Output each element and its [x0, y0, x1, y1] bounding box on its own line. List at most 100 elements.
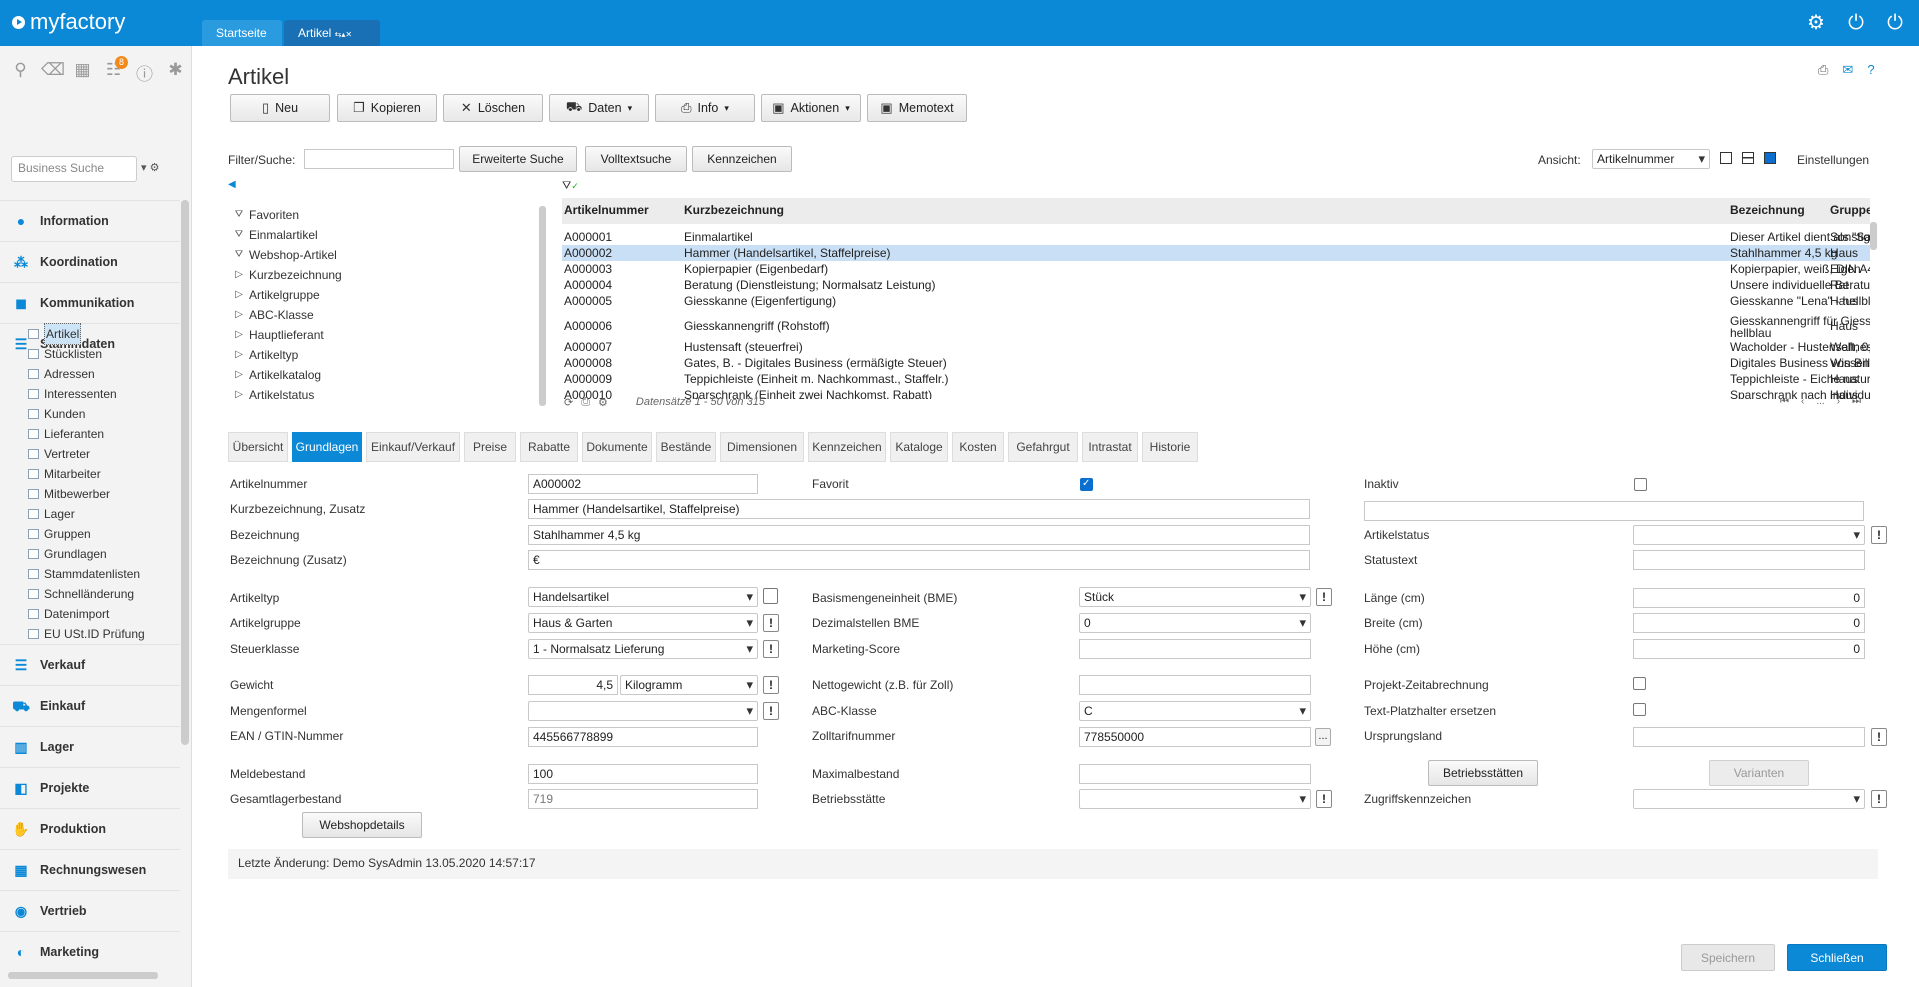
table-row[interactable]: A000002 Hammer (Handelsartikel, Staffelpr…	[562, 245, 1870, 261]
col-bezeichnung[interactable]: Bezeichnung	[1730, 203, 1805, 217]
nav-einkauf[interactable]: ⛟ Einkauf	[0, 685, 180, 726]
col-kurzbezeichnung[interactable]: Kurzbezeichnung	[684, 203, 784, 217]
power-icon[interactable]: ⏻	[1845, 12, 1867, 34]
table-row[interactable]: A000008 Gates, B. - Digitales Business (e…	[562, 355, 1870, 371]
nav-rechnungswesen[interactable]: ▦ Rechnungswesen	[0, 849, 180, 890]
data-menu-button[interactable]: ⛟ Daten ▾	[549, 94, 649, 122]
maximalbestand-input[interactable]	[1079, 764, 1311, 784]
favorit-checkbox[interactable]	[1080, 478, 1093, 491]
sidebar-item-vertreter[interactable]: Vertreter	[28, 444, 90, 464]
tab-controls-icon[interactable]: ⇆▴✕	[335, 30, 352, 39]
filter-input[interactable]	[304, 149, 454, 169]
power-user-icon[interactable]: ⏻	[1884, 12, 1906, 34]
advanced-search-button[interactable]: Erweiterte Suche	[459, 146, 577, 172]
breite-input[interactable]: 0	[1633, 613, 1865, 633]
nav-projekte[interactable]: ◧ Projekte	[0, 767, 180, 808]
col-artikelnummer[interactable]: Artikelnummer	[564, 203, 649, 217]
bme-select[interactable]: Stück	[1079, 587, 1311, 607]
table-row[interactable]: A000009 Teppichleiste (Einheit m. Nachkom…	[562, 371, 1870, 387]
sidebar-item-stuecklisten[interactable]: Stücklisten	[28, 344, 102, 364]
info-icon[interactable]: ⓘ	[134, 60, 155, 85]
tab-grundlagen[interactable]: Grundlagen	[292, 432, 362, 462]
tab-dimensionen[interactable]: Dimensionen	[720, 432, 804, 462]
zugriffskennzeichen-info-button[interactable]: !	[1871, 790, 1887, 808]
tab-kosten[interactable]: Kosten	[952, 432, 1004, 462]
inaktiv-reason-input[interactable]	[1364, 501, 1864, 521]
artikelnummer-input[interactable]: A000002	[528, 474, 758, 494]
tab-kataloge[interactable]: Kataloge	[890, 432, 948, 462]
sidebar-item-adressen[interactable]: Adressen	[28, 364, 95, 384]
tree-scrollbar[interactable]	[539, 206, 546, 406]
varianten-button[interactable]: Varianten	[1709, 760, 1809, 786]
tree-item-artikelgruppe[interactable]: ▷ Artikelgruppe	[234, 285, 320, 305]
sidebar-item-ustid[interactable]: EU USt.ID Prüfung	[28, 624, 145, 644]
tree-item-abc[interactable]: ▷ ABC-Klasse	[234, 305, 314, 325]
table-row[interactable]: A000003 Kopierpapier (Eigenbedarf) Kopierp…	[562, 261, 1870, 277]
abc-klasse-select[interactable]: C	[1079, 701, 1311, 721]
sidebar-hscrollbar[interactable]	[8, 972, 158, 979]
statustext-input[interactable]	[1633, 550, 1865, 570]
view-layout-1-icon[interactable]	[1720, 152, 1732, 164]
text-platzhalter-checkbox[interactable]	[1633, 703, 1646, 716]
artikelstatus-select[interactable]	[1633, 525, 1865, 545]
tab-preise[interactable]: Preise	[464, 432, 516, 462]
sidebar-item-lieferanten[interactable]: Lieferanten	[28, 424, 104, 444]
view-select[interactable]: Artikelnummer	[1592, 149, 1710, 169]
delete-button[interactable]: ✕ Löschen	[443, 94, 543, 122]
table-row[interactable]: A000006 Giesskannengriff (Rohstoff) Giessk…	[562, 313, 1870, 339]
collapse-icon[interactable]: ✱	[165, 60, 186, 85]
table-row[interactable]: A000005 Giesskanne (Eigenfertigung) Giessk…	[562, 293, 1870, 309]
sidebar-item-datenimport[interactable]: Datenimport	[28, 604, 109, 624]
tab-kennzeichen[interactable]: Kennzeichen	[808, 432, 886, 462]
nav-lager[interactable]: ▥ Lager	[0, 726, 180, 767]
print-icon[interactable]: ⎙	[1818, 62, 1828, 78]
mengenformel-info-button[interactable]: !	[763, 702, 779, 720]
sidebar-scrollbar[interactable]	[181, 200, 189, 745]
tree-item-kurzbezeichnung[interactable]: ▷ Kurzbezeichnung	[234, 265, 342, 285]
nav-information[interactable]: ● Information	[0, 200, 180, 241]
meldebestand-input[interactable]: 100	[528, 764, 758, 784]
laenge-input[interactable]: 0	[1633, 588, 1865, 608]
sidebar-item-kunden[interactable]: Kunden	[28, 404, 85, 424]
nav-verkauf[interactable]: ☰ Verkauf	[0, 644, 180, 685]
tab-übersicht[interactable]: Übersicht	[228, 432, 288, 462]
mengenformel-select[interactable]	[528, 701, 758, 721]
close-button[interactable]: Schließen	[1787, 944, 1887, 971]
copy-button[interactable]: ❐ Kopieren	[337, 94, 437, 122]
memotext-button[interactable]: ▣ Memotext	[867, 94, 967, 122]
app-logo[interactable]: myfactory	[12, 9, 125, 35]
filter-active-icon[interactable]: ⛛✓	[562, 180, 579, 193]
settings-link[interactable]: Einstellungen	[1797, 153, 1869, 167]
first-page-icon[interactable]: ⏮	[1780, 396, 1789, 407]
tree-item-hauptlieferant[interactable]: ▷ Hauptlieferant	[234, 325, 324, 345]
eraser-icon[interactable]: ⌫	[41, 60, 65, 85]
bezeichnung-input[interactable]: Stahlhammer 4,5 kg	[528, 525, 1310, 545]
nettogewicht-input[interactable]	[1079, 675, 1311, 695]
view-layout-3-icon[interactable]	[1764, 152, 1776, 164]
nav-kommunikation[interactable]: ◼ Kommunikation	[0, 282, 180, 323]
new-button[interactable]: ▯ Neu	[230, 94, 330, 122]
sidebar-item-mitarbeiter[interactable]: Mitarbeiter	[28, 464, 101, 484]
bezeichnung-zusatz-input[interactable]: €	[528, 550, 1310, 570]
artikeltyp-select[interactable]: Handelsartikel	[528, 587, 758, 607]
sidebar-item-artikel[interactable]: Artikel	[28, 323, 82, 345]
nav-vertrieb[interactable]: ◉ Vertrieb	[0, 890, 180, 931]
bme-info-button[interactable]: !	[1316, 588, 1332, 606]
zolltarif-browse-button[interactable]: ...	[1315, 728, 1331, 746]
tab-intrastat[interactable]: Intrastat	[1082, 432, 1138, 462]
artikelstatus-info-button[interactable]: !	[1871, 526, 1887, 544]
tree-item-favoriten[interactable]: ⛛ Favoriten	[234, 205, 299, 225]
tab-startseite[interactable]: Startseite	[202, 20, 282, 46]
artikelgruppe-info-button[interactable]: !	[763, 614, 779, 632]
zugriffskennzeichen-select[interactable]	[1633, 789, 1865, 809]
gewicht-input[interactable]: 4,5	[528, 675, 618, 695]
zolltarif-input[interactable]: 778550000	[1079, 727, 1311, 747]
fulltext-search-button[interactable]: Volltextsuche	[585, 146, 687, 172]
artikeltyp-checkbox[interactable]	[763, 588, 778, 604]
kurzbezeichnung-input[interactable]: Hammer (Handelsartikel, Staffelpreise)	[528, 499, 1310, 519]
tree-item-einmalartikel[interactable]: ⛛ Einmalartikel	[234, 225, 318, 245]
sidebar-item-schnellaenderung[interactable]: Schnelländerung	[28, 584, 134, 604]
webshopdetails-button[interactable]: Webshopdetails	[302, 812, 422, 838]
prev-page-icon[interactable]: ‹	[1801, 396, 1804, 407]
gewicht-info-button[interactable]: !	[763, 676, 779, 694]
